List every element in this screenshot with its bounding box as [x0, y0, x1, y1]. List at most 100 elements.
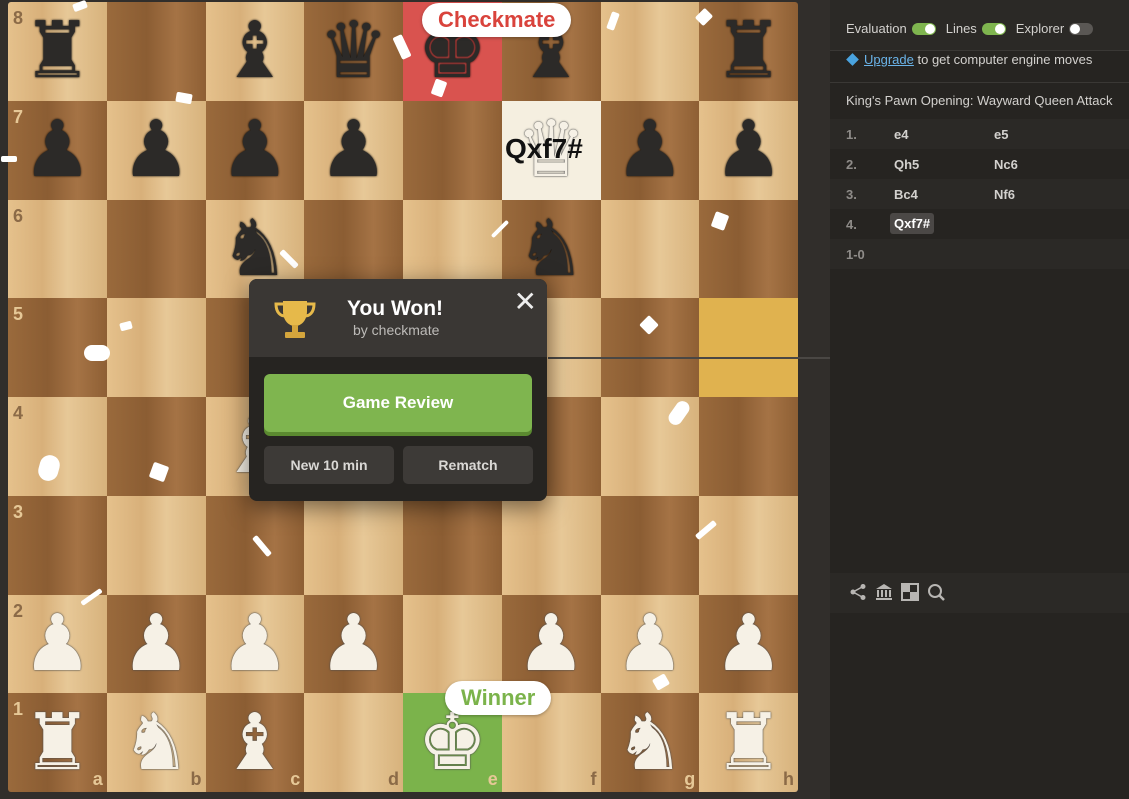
- square-e3[interactable]: [403, 495, 502, 595]
- white-knight-icon[interactable]: ♞: [121, 704, 191, 782]
- black-pawn-icon[interactable]: ♟: [714, 111, 784, 189]
- square-c8[interactable]: ♝: [205, 2, 305, 101]
- square-h7[interactable]: ♟: [699, 100, 798, 200]
- square-h4[interactable]: [699, 397, 798, 496]
- toggle-evaluation[interactable]: Evaluation: [846, 21, 936, 36]
- square-g7[interactable]: ♟: [600, 100, 700, 200]
- square-c3[interactable]: [205, 495, 305, 595]
- toggle-switch[interactable]: [981, 22, 1006, 35]
- white-bishop-icon[interactable]: ♝: [220, 704, 290, 782]
- black-pawn-icon[interactable]: ♟: [22, 111, 92, 189]
- rematch-button[interactable]: Rematch: [403, 446, 533, 484]
- toggle-switch[interactable]: [1069, 22, 1094, 35]
- black-rook-icon[interactable]: ♜: [22, 12, 92, 90]
- white-rook-icon[interactable]: ♜: [714, 704, 784, 782]
- black-bishop-icon[interactable]: ♝: [220, 12, 290, 90]
- upgrade-link[interactable]: Upgrade: [864, 52, 914, 67]
- white-move[interactable]: e4: [894, 127, 908, 142]
- white-pawn-icon[interactable]: ♟: [220, 605, 290, 683]
- white-pawn-icon[interactable]: ♟: [121, 605, 191, 683]
- toggle-label: Explorer: [1015, 21, 1065, 36]
- square-b3[interactable]: [106, 495, 206, 595]
- toggle-switch[interactable]: [911, 22, 936, 35]
- square-b6[interactable]: [106, 199, 206, 299]
- square-a3[interactable]: 3: [8, 495, 107, 595]
- square-b5[interactable]: [106, 298, 206, 397]
- black-pawn-icon[interactable]: ♟: [319, 111, 389, 189]
- white-pawn-icon[interactable]: ♟: [319, 605, 389, 683]
- white-move[interactable]: Qxf7#: [890, 213, 935, 234]
- black-move[interactable]: Nf6: [994, 187, 1015, 202]
- square-h5[interactable]: [699, 298, 798, 397]
- square-f2[interactable]: ♟: [501, 594, 601, 694]
- square-d8[interactable]: ♛: [304, 2, 403, 101]
- square-b7[interactable]: ♟: [106, 100, 206, 200]
- move-row: 1. e4 e5: [830, 119, 1129, 149]
- black-move[interactable]: e5: [994, 127, 1008, 142]
- toggle-explorer[interactable]: Explorer: [1015, 21, 1094, 36]
- move-number: 1.: [846, 127, 857, 142]
- square-a8[interactable]: 8 ♜: [8, 2, 107, 101]
- square-h8[interactable]: ♜: [699, 2, 798, 101]
- square-a2[interactable]: 2 ♟: [8, 594, 107, 694]
- file-label: b: [190, 769, 202, 789]
- share-icon[interactable]: [849, 583, 867, 601]
- square-h3[interactable]: [699, 495, 798, 595]
- black-pawn-icon[interactable]: ♟: [220, 111, 290, 189]
- square-c7[interactable]: ♟: [205, 100, 305, 200]
- square-c1[interactable]: c ♝: [205, 693, 305, 792]
- white-knight-icon[interactable]: ♞: [615, 704, 685, 782]
- white-move[interactable]: Bc4: [894, 187, 918, 202]
- move-row: 3. Bc4 Nf6: [830, 179, 1129, 209]
- modal-header: You Won! by checkmate ✕: [249, 279, 547, 357]
- white-pawn-icon[interactable]: ♟: [615, 605, 685, 683]
- board-setup-icon[interactable]: [901, 583, 919, 601]
- square-g6[interactable]: [600, 199, 700, 299]
- square-c2[interactable]: ♟: [205, 594, 305, 694]
- file-label: d: [388, 769, 399, 789]
- square-f3[interactable]: [501, 495, 601, 595]
- square-d2[interactable]: ♟: [304, 594, 403, 694]
- square-b8[interactable]: [106, 2, 206, 101]
- white-move[interactable]: Qh5: [894, 157, 919, 172]
- close-icon[interactable]: ✕: [514, 285, 537, 318]
- square-a1[interactable]: 1 a ♜: [8, 693, 107, 792]
- square-g2[interactable]: ♟: [600, 594, 700, 694]
- upgrade-row: Upgrade to get computer engine moves: [846, 52, 1092, 67]
- analysis-search-icon[interactable]: [927, 583, 945, 601]
- black-rook-icon[interactable]: ♜: [714, 12, 784, 90]
- white-pawn-icon[interactable]: ♟: [714, 605, 784, 683]
- black-queen-icon[interactable]: ♛: [319, 12, 389, 90]
- square-b2[interactable]: ♟: [106, 594, 206, 694]
- square-g5[interactable]: [600, 298, 700, 397]
- square-d3[interactable]: [304, 495, 403, 595]
- square-d1[interactable]: d: [304, 693, 403, 792]
- square-h1[interactable]: h ♜: [699, 693, 798, 792]
- black-pawn-icon[interactable]: ♟: [615, 111, 685, 189]
- square-a7[interactable]: 7 ♟: [8, 100, 107, 200]
- square-h2[interactable]: ♟: [699, 594, 798, 694]
- white-king-icon[interactable]: ♚: [417, 704, 487, 782]
- square-a6[interactable]: 6: [8, 199, 107, 299]
- library-icon[interactable]: [875, 583, 893, 601]
- square-e2[interactable]: [403, 594, 502, 694]
- square-d7[interactable]: ♟: [304, 100, 403, 200]
- result-row: 1-0: [830, 239, 1129, 269]
- black-knight-icon[interactable]: ♞: [516, 210, 586, 288]
- white-rook-icon[interactable]: ♜: [22, 704, 92, 782]
- game-review-button[interactable]: Game Review: [264, 374, 532, 432]
- square-a4[interactable]: 4: [8, 397, 107, 496]
- black-pawn-icon[interactable]: ♟: [121, 111, 191, 189]
- white-pawn-icon[interactable]: ♟: [22, 605, 92, 683]
- black-move[interactable]: Nc6: [994, 157, 1018, 172]
- square-b1[interactable]: b ♞: [106, 693, 206, 792]
- toggle-lines[interactable]: Lines: [946, 21, 1006, 36]
- rank-label: 5: [13, 304, 24, 325]
- square-g1[interactable]: g ♞: [600, 693, 700, 792]
- square-e7[interactable]: [403, 100, 502, 200]
- square-g3[interactable]: [600, 495, 700, 595]
- square-b4[interactable]: [106, 397, 206, 496]
- white-pawn-icon[interactable]: ♟: [516, 605, 586, 683]
- new-game-button[interactable]: New 10 min: [264, 446, 394, 484]
- black-knight-icon[interactable]: ♞: [220, 210, 290, 288]
